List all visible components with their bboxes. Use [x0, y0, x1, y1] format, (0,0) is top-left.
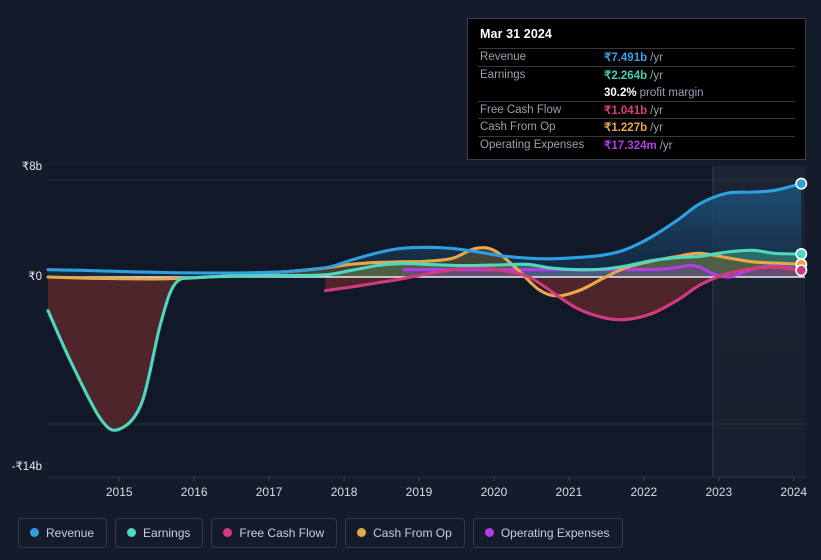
legend-item-free-cash-flow[interactable]: Free Cash Flow — [211, 517, 338, 548]
tooltip-row-value: ₹7.491b/yr — [604, 52, 663, 65]
y-axis-tick-label: ₹8b — [22, 161, 42, 173]
legend-item-operating-expenses[interactable]: Operating Expenses — [472, 517, 623, 548]
endpoint-marker-earnings — [795, 247, 808, 260]
legend-item-label: Free Cash Flow — [239, 525, 325, 540]
tooltip-row-label: Revenue — [480, 51, 527, 64]
tooltip-row: Cash From Op ₹1.227b/yr — [478, 118, 795, 136]
legend-item-label: Earnings — [143, 525, 191, 540]
data-tooltip: Mar 31 2024 Revenue ₹7.491b/yr Earnings ₹2.… — [467, 18, 806, 160]
tooltip-row-label: Operating Expenses — [480, 138, 585, 151]
tooltip-row: Free Cash Flow ₹1.041b/yr — [478, 100, 795, 119]
tooltip-row-label: Earnings — [480, 68, 526, 81]
legend-color-dot — [357, 528, 367, 537]
x-axis-tick-label: 2024 — [780, 485, 807, 499]
tooltip-row: 30.2% profit margin — [478, 83, 795, 101]
x-axis-tick-label: 2022 — [631, 485, 658, 499]
x-axis-tick-label: 2016 — [181, 485, 208, 499]
x-axis-tick-label: 2017 — [256, 485, 283, 499]
tooltip-row-value: ₹2.264b/yr — [604, 69, 663, 82]
legend-item-earnings[interactable]: Earnings — [115, 517, 204, 548]
tooltip-date: Mar 31 2024 — [480, 27, 552, 41]
tooltip-row-label: Free Cash Flow — [480, 103, 562, 116]
x-axis-tick-label: 2019 — [406, 485, 433, 499]
endpoint-marker-revenue — [795, 177, 808, 190]
x-axis-tick-label: 2018 — [331, 485, 358, 499]
legend-item-label: Revenue — [46, 525, 95, 540]
chart-legend: Revenue Earnings Free Cash Flow Cash From O… — [0, 505, 821, 560]
tooltip-row-value: 30.2% profit margin — [604, 86, 704, 99]
legend-color-dot — [30, 528, 39, 537]
legend-item-cash-from-op[interactable]: Cash From Op — [345, 517, 465, 548]
x-axis-tick-label: 2015 — [106, 485, 133, 499]
legend-color-dot — [484, 528, 494, 537]
x-axis-tick-label: 2023 — [705, 485, 732, 499]
legend-color-dot — [223, 528, 233, 537]
legend-item-revenue[interactable]: Revenue — [18, 517, 108, 548]
y-axis-tick-label: ₹0 — [28, 271, 42, 283]
tooltip-row: Earnings ₹2.264b/yr — [478, 65, 795, 84]
x-axis-tick-label: 2020 — [481, 485, 508, 499]
tooltip-row: Revenue ₹7.491b/yr — [478, 48, 795, 66]
tooltip-row-value: ₹17.324m/yr — [604, 139, 673, 152]
x-axis-tick-label: 2021 — [556, 485, 583, 499]
tooltip-rows: Revenue ₹7.491b/yr Earnings ₹2.264b/yr 30.2%… — [478, 48, 795, 153]
tooltip-row-value: ₹1.227b/yr — [604, 122, 663, 135]
legend-item-label: Cash From Op — [373, 525, 452, 540]
y-axis-tick-label: -₹14b — [12, 461, 42, 473]
legend-color-dot — [127, 528, 137, 537]
legend-item-label: Operating Expenses — [500, 525, 610, 540]
endpoint-marker-free-cash-flow — [795, 264, 808, 277]
tooltip-row-value: ₹1.041b/yr — [604, 104, 663, 117]
financial-performance-chart: ₹8b ₹0 -₹14b 2015 2016 2017 2018 2019 2020 2021 20… — [0, 0, 821, 560]
tooltip-row-label: Cash From Op — [480, 121, 556, 134]
tooltip-row: Operating Expenses ₹17.324m/yr — [478, 135, 795, 154]
